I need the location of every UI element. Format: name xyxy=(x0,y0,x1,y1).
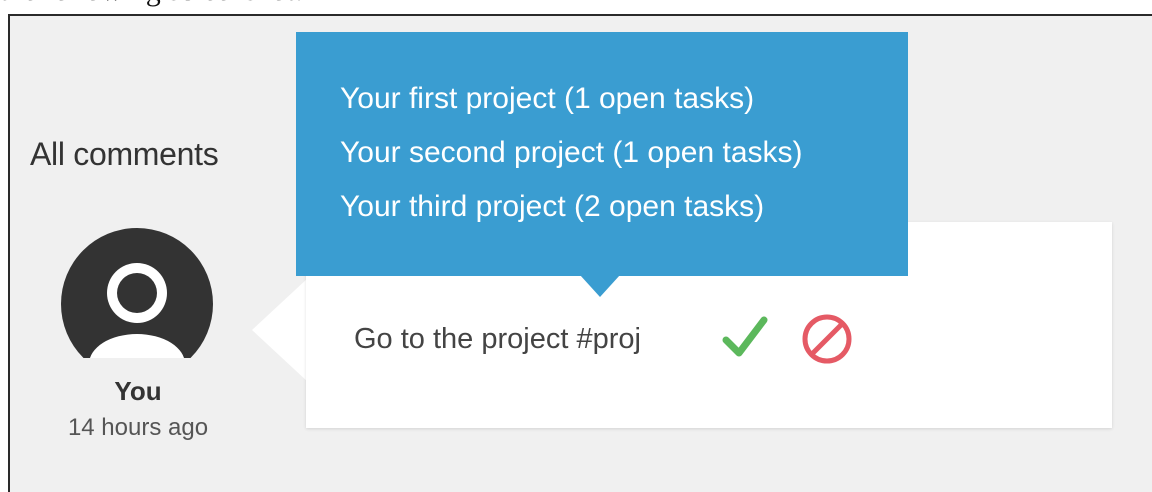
suggestion-item[interactable]: Your second project (1 open tasks) xyxy=(340,136,803,170)
comment-author-name: You xyxy=(114,376,162,406)
check-icon[interactable] xyxy=(722,314,768,360)
comments-title: All comments xyxy=(30,136,219,172)
comment-timestamp: 14 hours ago xyxy=(67,414,209,441)
comment-card-pointer xyxy=(252,278,308,382)
comment-input[interactable] xyxy=(352,322,767,357)
avatar xyxy=(61,228,213,380)
suggestion-item[interactable]: Your third project (2 open tasks) xyxy=(340,190,764,224)
popup-arrow xyxy=(580,275,620,297)
suggestion-item[interactable]: Your first project (1 open tasks) xyxy=(340,82,754,116)
user-avatar-icon xyxy=(61,228,213,380)
page-caption: the following screenshot: xyxy=(0,0,303,8)
cancel-icon[interactable] xyxy=(800,312,854,366)
